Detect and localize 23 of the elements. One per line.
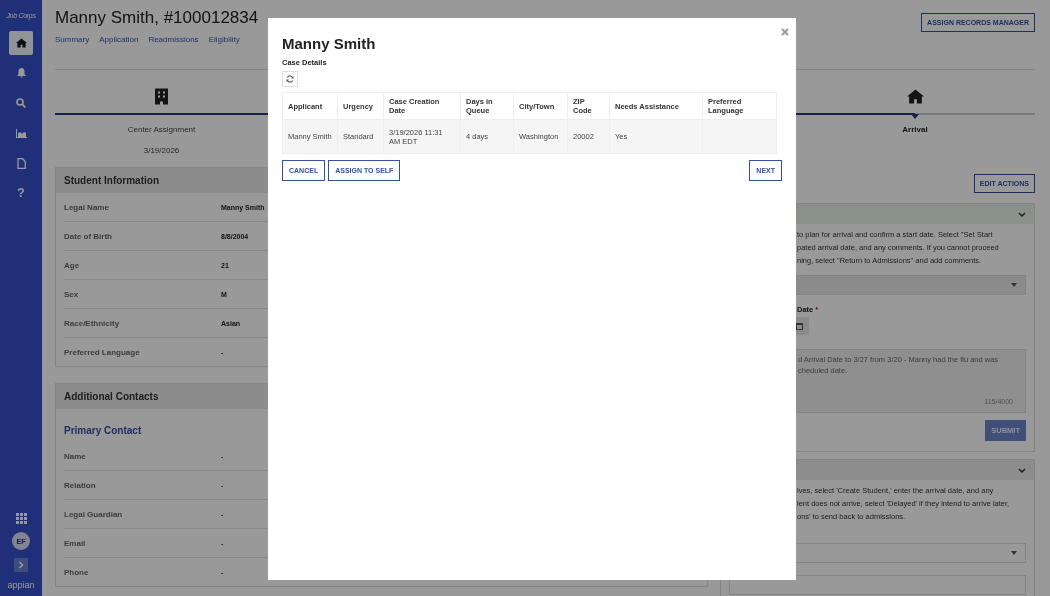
record-tab[interactable]: Application <box>99 35 139 44</box>
field-label: Sex <box>64 289 80 299</box>
field-label: Legal Name <box>64 202 110 212</box>
dialog-title: Manny Smith <box>282 35 377 52</box>
field-label: Race/Ethnicity <box>64 318 121 328</box>
field-label: Legal Guardian <box>64 509 124 519</box>
record-tab[interactable]: Eligibility <box>208 35 240 44</box>
field-label: Phone <box>64 567 90 577</box>
field-label: Age <box>64 260 81 270</box>
field-label: Name <box>64 451 87 461</box>
section-heading: Primary Contact <box>63 424 143 438</box>
record-tab[interactable]: Summary <box>55 35 90 44</box>
brand-logo: appian <box>7 580 35 590</box>
step-date: 3/19/2026 <box>143 146 180 155</box>
field-label: Preferred Language <box>64 347 141 357</box>
help-nav-item[interactable]: ? <box>9 181 33 205</box>
record-title: Manny Smith, #100012834 <box>55 8 259 28</box>
field-label: Relation <box>64 480 97 490</box>
field-label: Email <box>64 538 87 548</box>
record-tab[interactable]: Readmissions <box>148 35 199 44</box>
field-label: Date of Birth <box>64 231 113 241</box>
step-label: Center Assignment <box>127 125 196 134</box>
step-label: Arrival <box>902 125 928 134</box>
